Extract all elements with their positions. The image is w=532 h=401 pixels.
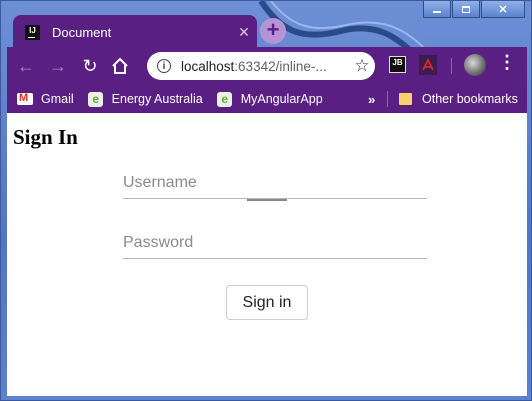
bookmarks-bar: Gmail e Energy Australia e MyAngularApp … — [7, 85, 527, 113]
jetbrains-icon[interactable]: JB — [389, 56, 406, 73]
bookmark-star-icon[interactable]: ☆ — [349, 56, 375, 76]
bookmark-label: Gmail — [41, 92, 74, 106]
home-icon — [112, 57, 128, 74]
bookmark-gmail[interactable]: Gmail — [17, 92, 74, 106]
reload-button[interactable]: ↻ — [77, 53, 103, 79]
sign-in-button[interactable]: Sign in — [226, 285, 308, 320]
bookmark-label: Energy Australia — [111, 92, 203, 106]
other-bookmarks-label: Other bookmarks — [422, 92, 518, 106]
tab-close-icon[interactable]: ✕ — [231, 24, 257, 41]
bookmark-label: MyAngularApp — [240, 92, 323, 106]
address-bar[interactable]: i localhost:63342/inline-... ☆ — [147, 52, 375, 80]
reload-icon: ↻ — [82, 55, 98, 76]
back-button[interactable]: ← — [13, 53, 39, 79]
password-field[interactable] — [123, 228, 427, 259]
plus-icon: + — [266, 17, 280, 42]
more-menu-icon[interactable]: ⋮ — [497, 52, 517, 73]
intellij-icon: IJ — [25, 24, 40, 40]
gmail-icon — [17, 92, 33, 105]
bookmarks-overflow-button[interactable]: » — [368, 92, 375, 107]
toolbar-divider — [451, 58, 452, 74]
username-focus-indicator — [247, 199, 287, 201]
other-bookmarks[interactable]: Other bookmarks — [399, 92, 518, 106]
tab-strip: IJ Document ✕ + — [7, 13, 527, 49]
bookmark-energy-australia[interactable]: e Energy Australia — [88, 91, 203, 107]
bookmark-myangularapp[interactable]: e MyAngularApp — [217, 91, 323, 107]
username-field[interactable] — [123, 168, 427, 199]
energy-australia-icon: e — [88, 91, 104, 107]
adobe-pdf-icon[interactable] — [419, 55, 437, 75]
forward-button[interactable]: → — [45, 53, 71, 79]
energy-australia-icon: e — [217, 91, 233, 107]
url-text[interactable]: localhost:63342/inline-... — [181, 59, 349, 74]
arrow-right-icon: → — [49, 55, 67, 76]
home-button[interactable] — [107, 53, 133, 79]
tab-document[interactable]: IJ Document ✕ — [13, 15, 257, 49]
page-content: Sign In Sign in — [7, 113, 527, 396]
browser-toolbar: ← → ↻ i localhost:63342/inline-... ☆ JB … — [7, 47, 527, 85]
page-title: Sign In — [13, 125, 78, 149]
tab-title: Document — [52, 24, 112, 40]
new-tab-button[interactable]: + — [260, 18, 286, 44]
folder-icon — [399, 93, 412, 105]
profile-avatar[interactable] — [464, 54, 486, 76]
browser-window: ✕ IJ Document ✕ + ← → ↻ i localhost:6334… — [0, 0, 532, 401]
info-icon[interactable]: i — [157, 59, 171, 73]
bookmarks-divider — [387, 91, 388, 107]
arrow-left-icon: ← — [17, 55, 35, 76]
